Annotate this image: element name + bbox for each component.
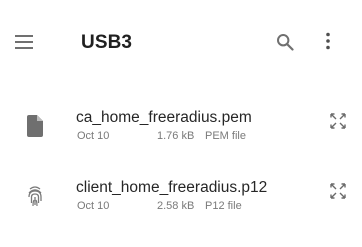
expand-icon[interactable] bbox=[330, 113, 346, 129]
search-icon[interactable] bbox=[276, 33, 294, 51]
file-date: Oct 10 bbox=[77, 130, 110, 142]
file-list-item[interactable]: ca_home_freeradius.pem Oct 10 1.76 kB PE… bbox=[0, 100, 362, 162]
more-vertical-icon[interactable] bbox=[325, 32, 331, 50]
file-date: Oct 10 bbox=[77, 200, 110, 212]
expand-icon[interactable] bbox=[330, 183, 346, 199]
file-name: client_home_freeradius.p12 bbox=[76, 179, 268, 196]
file-size: 1.76 kB bbox=[157, 130, 195, 142]
file-type: PEM file bbox=[205, 130, 246, 142]
top-toolbar: USB3 bbox=[0, 0, 362, 88]
file-type: P12 file bbox=[205, 200, 242, 212]
hamburger-menu-icon[interactable] bbox=[15, 35, 33, 49]
page-title: USB3 bbox=[81, 32, 133, 53]
document-icon bbox=[27, 115, 43, 137]
file-size: 2.58 kB bbox=[157, 200, 195, 212]
file-list-item[interactable]: client_home_freeradius.p12 Oct 10 2.58 k… bbox=[0, 170, 362, 232]
file-name: ca_home_freeradius.pem bbox=[76, 109, 252, 126]
fingerprint-icon bbox=[28, 186, 42, 207]
